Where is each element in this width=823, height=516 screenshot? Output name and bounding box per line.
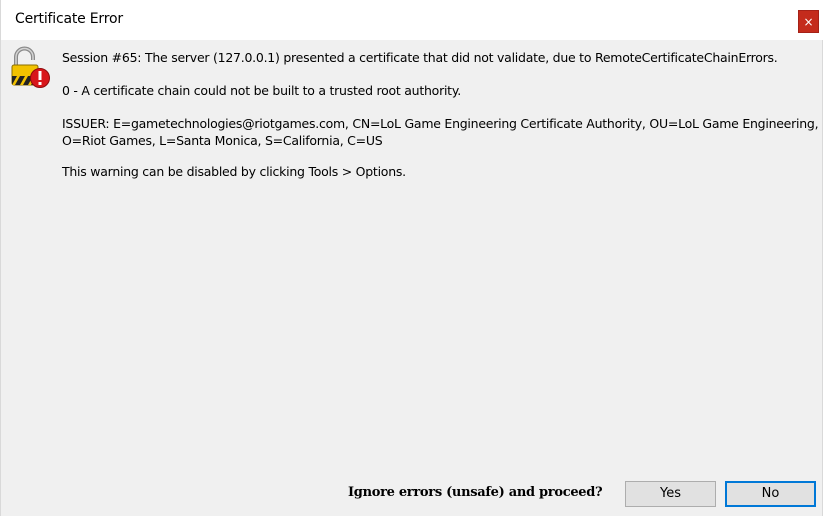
- close-button[interactable]: ×: [798, 10, 819, 33]
- issuer-line-1: ISSUER: E=gametechnologies@riotgames.com…: [62, 116, 819, 131]
- no-button[interactable]: No: [725, 481, 816, 507]
- lock-warning-icon: [11, 46, 50, 88]
- warning-hint: This warning can be disabled by clicking…: [62, 164, 406, 179]
- session-message: Session #65: The server (127.0.0.1) pres…: [62, 50, 778, 65]
- title-bar[interactable]: Certificate Error ×: [1, 0, 823, 40]
- close-icon: ×: [803, 15, 814, 29]
- certificate-error-dialog: Certificate Error × Session #65: The ser…: [0, 0, 823, 516]
- proceed-prompt: Ignore errors (unsafe) and proceed?: [348, 485, 603, 500]
- yes-button[interactable]: Yes: [625, 481, 716, 507]
- issuer-line-2: O=Riot Games, L=Santa Monica, S=Californ…: [62, 133, 383, 148]
- chain-error-message: 0 - A certificate chain could not be bui…: [62, 83, 461, 98]
- window-title: Certificate Error: [15, 11, 123, 27]
